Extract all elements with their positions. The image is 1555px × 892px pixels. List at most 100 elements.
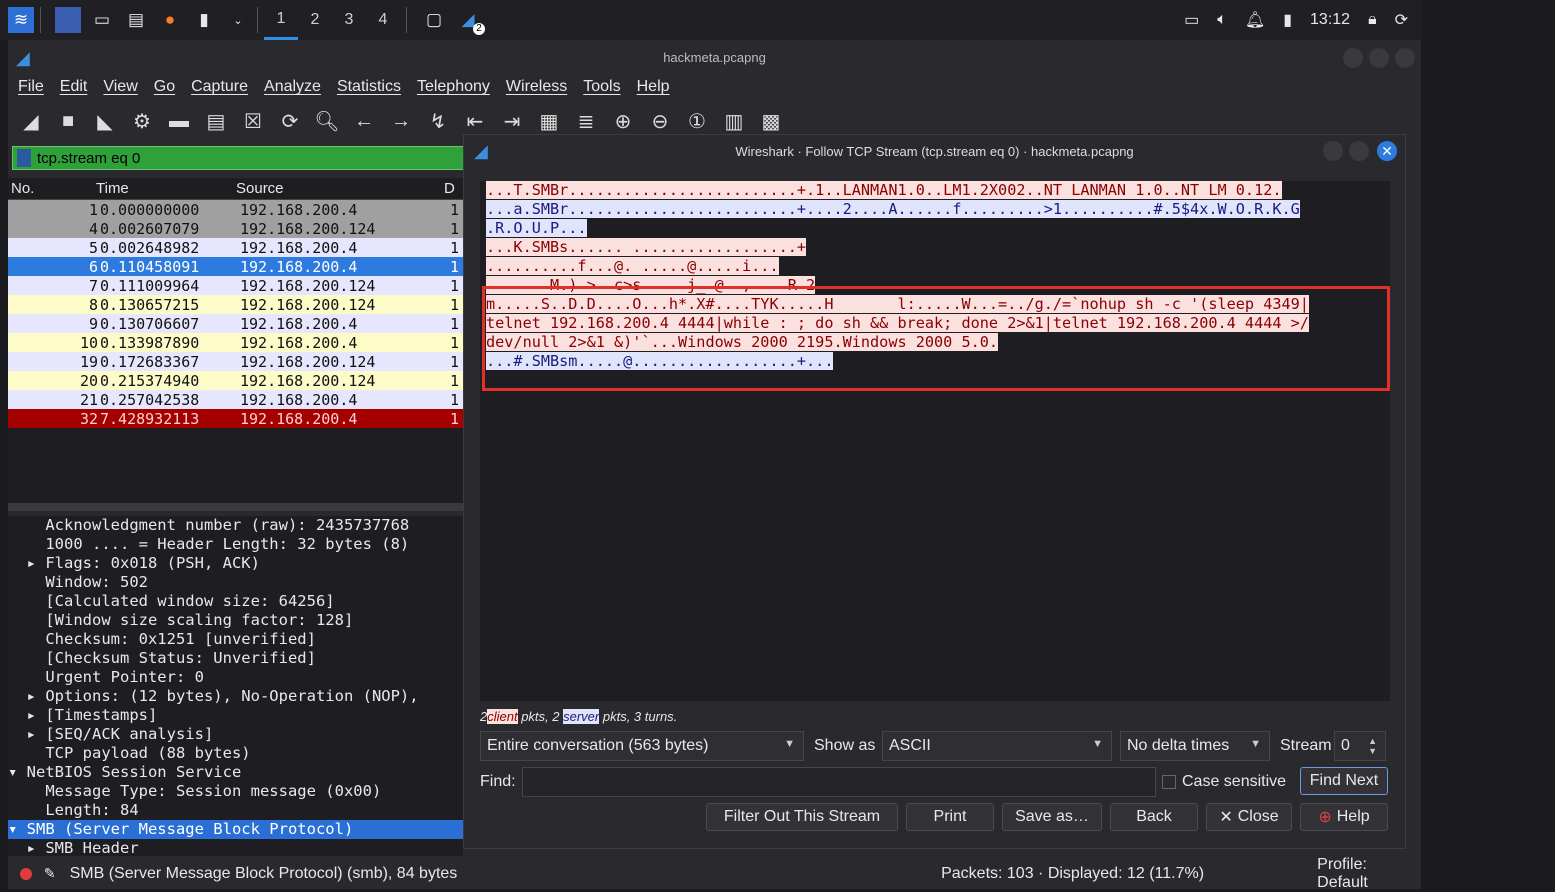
- filter-out-button[interactable]: Filter Out This Stream: [706, 803, 898, 831]
- menu-tools[interactable]: Tools: [583, 78, 620, 96]
- workspace-4[interactable]: 4: [366, 0, 400, 40]
- reload-icon[interactable]: ⟳: [277, 109, 303, 134]
- table-row[interactable]: 8 0.130657215 192.168.200.124 1: [8, 295, 463, 314]
- col-source[interactable]: Source: [236, 180, 444, 197]
- stop-capture-icon[interactable]: ■: [55, 110, 81, 133]
- go-forward-icon[interactable]: →: [388, 110, 414, 133]
- detail-line[interactable]: Checksum: 0x1251 [unverified]: [8, 630, 463, 649]
- detail-line[interactable]: Message Type: Session message (0x00): [8, 782, 463, 801]
- detail-line[interactable]: ▾ SMB (Server Message Block Protocol): [8, 820, 463, 839]
- detail-line[interactable]: ▸ Options: (12 bytes), No-Operation (NOP…: [8, 687, 463, 706]
- help-button[interactable]: ⊕ Help: [1300, 803, 1388, 831]
- expert-info-icon[interactable]: [20, 867, 32, 880]
- stream-number-spinbox[interactable]: 0 ▲ ▼: [1334, 731, 1386, 761]
- detail-line[interactable]: Urgent Pointer: 0: [8, 668, 463, 687]
- menu-edit[interactable]: Edit: [60, 78, 88, 96]
- go-back-icon[interactable]: ←: [351, 110, 377, 133]
- edit-comment-icon[interactable]: ✎: [44, 865, 56, 882]
- maximize-button[interactable]: [1369, 48, 1389, 68]
- table-row[interactable]: 9 0.130706607 192.168.200.4 1: [8, 314, 463, 333]
- last-packet-icon[interactable]: ⇥: [499, 109, 525, 134]
- save-as-button[interactable]: Save as…: [1002, 803, 1102, 831]
- chevron-down-icon[interactable]: ⌄: [225, 7, 251, 33]
- delta-times-select[interactable]: No delta times ▼: [1120, 731, 1270, 761]
- normal-size-icon[interactable]: ①: [684, 109, 710, 134]
- col-no[interactable]: No.: [8, 180, 96, 197]
- zoom-in-icon[interactable]: ⊕: [610, 109, 636, 134]
- file-manager-icon[interactable]: ▭: [89, 7, 115, 33]
- firefox-icon[interactable]: ●: [157, 7, 183, 33]
- capture-options-icon[interactable]: ⚙: [129, 109, 155, 134]
- detail-line[interactable]: ▾ NetBIOS Session Service: [8, 763, 463, 782]
- table-row[interactable]: 7 0.111009964 192.168.200.124 1: [8, 276, 463, 295]
- volume-icon[interactable]: 🔈︎: [1217, 11, 1227, 29]
- table-row[interactable]: 10 0.133987890 192.168.200.4 1: [8, 333, 463, 352]
- detail-line[interactable]: [Calculated window size: 64256]: [8, 592, 463, 611]
- open-file-icon[interactable]: ▬: [166, 110, 192, 133]
- lock-icon[interactable]: 🔒︎: [1368, 11, 1377, 29]
- workspace-1[interactable]: 1: [264, 0, 298, 40]
- menu-analyze[interactable]: Analyze: [264, 78, 321, 96]
- layout-icon[interactable]: ▩: [758, 109, 784, 134]
- detail-line[interactable]: TCP payload (88 bytes): [8, 744, 463, 763]
- horizontal-scrollbar[interactable]: [8, 503, 463, 511]
- wireshark-task-icon[interactable]: ◢ 2: [455, 7, 485, 35]
- menu-telephony[interactable]: Telephony: [417, 78, 490, 96]
- detail-line[interactable]: ▸ [Timestamps]: [8, 706, 463, 725]
- battery-icon[interactable]: ▮: [1283, 10, 1292, 30]
- menu-help[interactable]: Help: [637, 78, 670, 96]
- find-next-button[interactable]: Find Next: [1300, 767, 1388, 795]
- menu-statistics[interactable]: Statistics: [337, 78, 401, 96]
- power-icon[interactable]: ⟳: [1395, 10, 1408, 30]
- zoom-out-icon[interactable]: ⊖: [647, 109, 673, 134]
- close-button[interactable]: ✕ Close: [1206, 803, 1292, 831]
- menu-capture[interactable]: Capture: [191, 78, 248, 96]
- detail-line[interactable]: ▸ Flags: 0x018 (PSH, ACK): [8, 554, 463, 573]
- desktop-icon[interactable]: [55, 7, 81, 33]
- minimize-button[interactable]: [1343, 48, 1363, 68]
- table-row[interactable]: 19 0.172683367 192.168.200.124 1: [8, 352, 463, 371]
- workspace-2[interactable]: 2: [298, 0, 332, 40]
- clock[interactable]: 13:12: [1310, 11, 1350, 29]
- go-to-packet-icon[interactable]: ↯: [425, 109, 451, 134]
- conversation-select[interactable]: Entire conversation (563 bytes) ▼: [480, 731, 804, 761]
- detail-line[interactable]: ▸ [SEQ/ACK analysis]: [8, 725, 463, 744]
- window-icon[interactable]: ▢: [421, 7, 447, 33]
- close-icon[interactable]: ✕: [1377, 141, 1397, 161]
- colorize-icon[interactable]: ≣: [573, 109, 599, 134]
- text-editor-icon[interactable]: ▤: [123, 7, 149, 33]
- table-row[interactable]: 32 7.428932113 192.168.200.4 1: [8, 409, 463, 428]
- case-sensitive-checkbox[interactable]: [1162, 775, 1176, 789]
- workspace-3[interactable]: 3: [332, 0, 366, 40]
- autoscroll-icon[interactable]: ▦: [536, 109, 562, 134]
- menu-wireless[interactable]: Wireless: [506, 78, 567, 96]
- menu-go[interactable]: Go: [154, 78, 175, 96]
- save-file-icon[interactable]: ▤: [203, 109, 229, 134]
- detail-line[interactable]: Window: 502: [8, 573, 463, 592]
- bookmark-icon[interactable]: [17, 149, 31, 167]
- menu-file[interactable]: File: [18, 78, 44, 96]
- detail-line[interactable]: 1000 .... = Header Length: 32 bytes (8): [8, 535, 463, 554]
- stream-content[interactable]: ...T.SMBr.........................+.1..L…: [480, 181, 1390, 701]
- start-capture-icon[interactable]: ◢: [18, 109, 44, 134]
- table-row[interactable]: 5 0.002648982 192.168.200.4 1: [8, 238, 463, 257]
- detail-line[interactable]: [Window size scaling factor: 128]: [8, 611, 463, 630]
- detail-line[interactable]: [Checksum Status: Unverified]: [8, 649, 463, 668]
- find-input[interactable]: [522, 767, 1156, 797]
- back-button[interactable]: Back: [1110, 803, 1198, 831]
- close-button[interactable]: [1395, 48, 1415, 68]
- table-row[interactable]: 4 0.002607079 192.168.200.124 1: [8, 219, 463, 238]
- close-file-icon[interactable]: ☒: [240, 109, 266, 134]
- detail-line[interactable]: Length: 84: [8, 801, 463, 820]
- first-packet-icon[interactable]: ⇤: [462, 109, 488, 134]
- display-icon[interactable]: ▭: [1184, 10, 1199, 30]
- table-row[interactable]: 1 0.000000000 192.168.200.4 1: [8, 200, 463, 219]
- display-filter-input[interactable]: tcp.stream eq 0: [12, 146, 467, 170]
- kali-menu-icon[interactable]: ≋: [8, 7, 34, 33]
- resize-columns-icon[interactable]: ▥: [721, 109, 747, 134]
- show-as-select[interactable]: ASCII ▼: [882, 731, 1112, 761]
- maximize-button[interactable]: [1349, 141, 1369, 161]
- terminal-icon[interactable]: ▮: [191, 7, 217, 33]
- status-profile[interactable]: Profile: Default: [1317, 856, 1421, 892]
- detail-line[interactable]: ▸ SMB Header: [8, 839, 463, 856]
